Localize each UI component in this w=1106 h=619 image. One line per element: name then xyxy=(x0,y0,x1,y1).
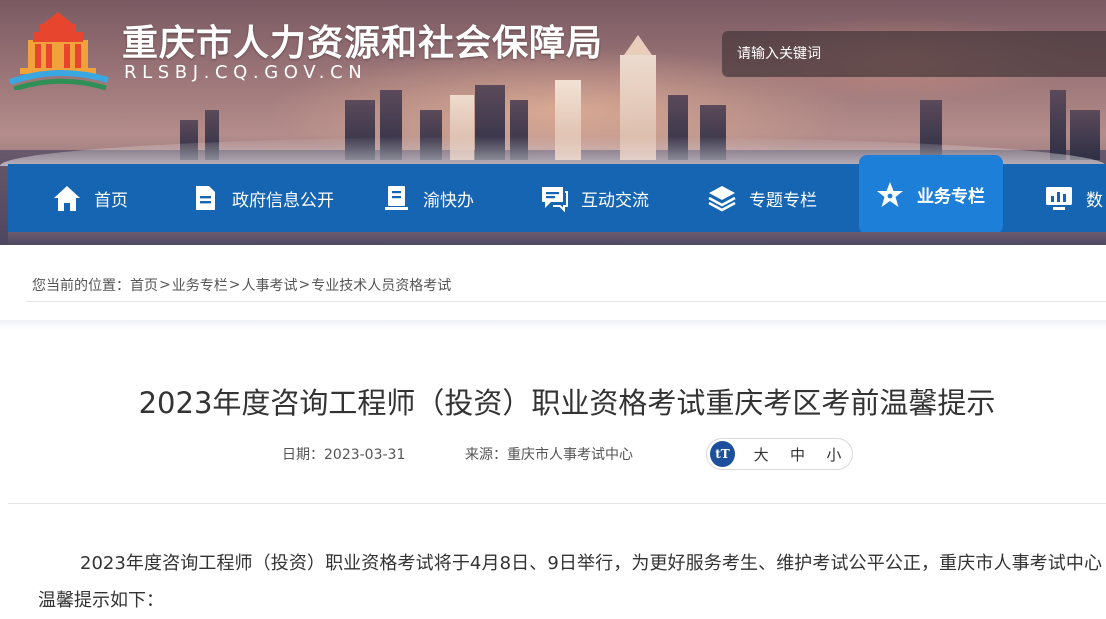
book-icon xyxy=(385,186,408,210)
date-label: 日期： xyxy=(282,447,324,463)
breadcrumb: 您当前的位置： 首页 > 业务专栏 > 人事考试 > 专业技术人员资格考试 xyxy=(26,268,1106,302)
source-label: 来源： xyxy=(465,447,507,463)
article-source: 来源：重庆市人事考试中心 xyxy=(465,444,633,464)
source-value: 重庆市人事考试中心 xyxy=(507,447,633,463)
nav-item-home[interactable]: 首页 xyxy=(52,164,128,232)
font-size-large-button[interactable]: 大 xyxy=(743,444,779,465)
breadcrumb-separator: > xyxy=(228,276,241,293)
nav-item-special-topics[interactable]: 专题专栏 xyxy=(707,164,817,232)
chat-icon xyxy=(542,187,568,213)
search-input[interactable] xyxy=(737,46,1097,62)
home-icon xyxy=(54,186,80,211)
star-icon xyxy=(877,181,903,207)
font-size-icon: tT xyxy=(710,441,735,467)
breadcrumb-link-personnel-exam[interactable]: 人事考试 xyxy=(241,275,297,295)
bureau-logo xyxy=(8,12,109,90)
nav-item-label: 数 xyxy=(1086,190,1103,211)
nav-item-data[interactable]: 数 xyxy=(1044,164,1103,232)
breadcrumb-link-professional-exam[interactable]: 专业技术人员资格考试 xyxy=(311,275,451,295)
monitor-chart-icon xyxy=(1046,187,1072,210)
document-icon xyxy=(196,186,215,210)
article-divider xyxy=(8,503,1106,504)
section-shadow xyxy=(0,320,1106,330)
main-nav: 首页 政府信息公开 渝快办 互动交流 专题专栏 业务专栏 数 xyxy=(8,155,1106,234)
article-title: 2023年度咨询工程师（投资）职业资格考试重庆考区考前温馨提示 xyxy=(138,386,996,420)
site-domain: RLSBJ.CQ.GOV.CN xyxy=(124,62,368,83)
breadcrumb-link-business[interactable]: 业务专栏 xyxy=(172,275,228,295)
nav-item-label: 业务专栏 xyxy=(917,187,985,207)
breadcrumb-link-home[interactable]: 首页 xyxy=(130,275,158,295)
nav-item-label: 互动交流 xyxy=(581,190,649,211)
nav-bottom-strip xyxy=(8,232,1106,245)
breadcrumb-separator: > xyxy=(298,276,311,293)
date-value: 2023-03-31 xyxy=(324,447,406,463)
font-size-medium-button[interactable]: 中 xyxy=(779,444,815,465)
site-title: 重庆市人力资源和社会保障局 xyxy=(122,23,604,64)
search-box[interactable] xyxy=(722,31,1106,77)
article-date: 日期：2023-03-31 xyxy=(282,444,405,464)
nav-item-label: 渝快办 xyxy=(423,190,474,211)
layers-icon xyxy=(708,186,736,212)
nav-item-label: 首页 xyxy=(94,190,128,211)
nav-item-interaction[interactable]: 互动交流 xyxy=(539,164,649,232)
nav-item-label: 政府信息公开 xyxy=(232,190,334,211)
nav-item-business[interactable]: 业务专栏 xyxy=(859,155,1003,234)
breadcrumb-prefix: 您当前的位置： xyxy=(32,277,130,294)
font-size-small-button[interactable]: 小 xyxy=(816,444,852,465)
nav-item-label: 专题专栏 xyxy=(749,190,817,211)
breadcrumb-separator: > xyxy=(159,276,171,293)
font-size-control: tT 大 中 小 xyxy=(706,438,853,470)
nav-item-yukuaiban[interactable]: 渝快办 xyxy=(381,164,474,232)
article-paragraph: 2023年度咨询工程师（投资）职业资格考试将于4月8日、9日举行，为更好服务考生… xyxy=(38,553,1102,611)
nav-item-gov-info[interactable]: 政府信息公开 xyxy=(190,164,334,232)
